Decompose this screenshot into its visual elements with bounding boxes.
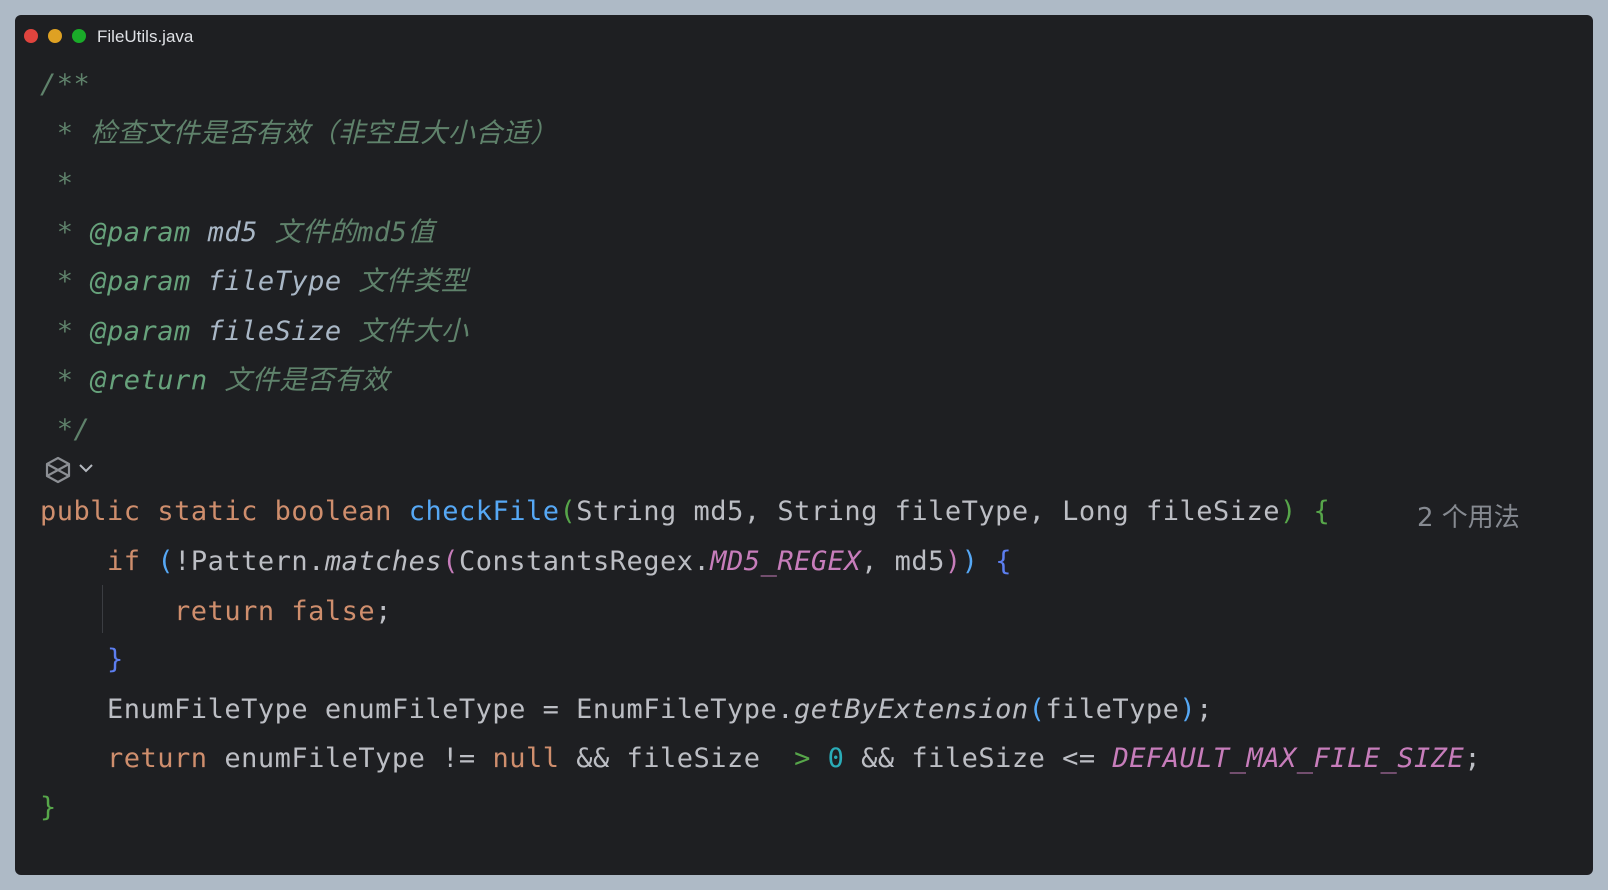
param-desc: 文件的md5值 — [274, 217, 435, 248]
doc-star: * — [40, 365, 91, 396]
doc-line-return: * @return 文件是否有效 — [40, 366, 389, 396]
paren: ( — [559, 496, 577, 527]
usage-hint[interactable]: 2 个用法 — [1417, 497, 1520, 534]
paren: ) — [1280, 496, 1297, 527]
paren: ( — [157, 546, 175, 577]
argument: , md5 — [861, 546, 945, 577]
code-area[interactable]: /** * 检查文件是否有效（非空且大小合适） * * @param md5 文… — [15, 15, 1593, 875]
return-expr-line: return enumFileType != null && fileSize … — [40, 744, 1481, 774]
doc-summary: 检查文件是否有效（非空且大小合适） — [90, 118, 558, 149]
expression: && fileSize <= — [844, 743, 1113, 774]
doc-line-open: /** — [40, 70, 90, 100]
paren: ) — [961, 546, 979, 577]
class-ref: ConstantsRegex. — [458, 546, 711, 577]
method-params: String md5, String fileType, Long fileSi… — [576, 496, 1280, 527]
semicolon: ; — [1464, 743, 1482, 774]
return-false-line: return false; — [40, 597, 392, 627]
method-name[interactable]: checkFile — [409, 496, 560, 527]
doc-line-blank: * — [40, 169, 74, 199]
param-name: fileSize — [207, 316, 342, 347]
semicolon: ; — [1196, 694, 1213, 725]
doc-line-summary: * 检查文件是否有效（非空且大小合适） — [40, 119, 558, 149]
keyword: boolean — [274, 496, 392, 527]
brace: } — [40, 792, 57, 823]
paren: ( — [442, 546, 459, 577]
doc-close: */ — [40, 414, 91, 445]
keyword: return — [107, 743, 208, 774]
doc-line-param-filesize: * @param fileSize 文件大小 — [40, 317, 468, 347]
paren: ) — [944, 546, 962, 577]
paren: ( — [1028, 694, 1046, 725]
doc-open: /** — [40, 69, 91, 100]
paren: ) — [1179, 694, 1197, 725]
brace: { — [995, 546, 1012, 577]
operator: > — [794, 743, 811, 774]
param-name: fileType — [207, 266, 342, 297]
pattern-ref: !Pattern. — [174, 546, 325, 577]
if-line: if (!Pattern.matches(ConstantsRegex.MD5_… — [40, 547, 1012, 577]
semicolon: ; — [375, 596, 392, 627]
doc-star: * — [40, 316, 91, 347]
return-desc: 文件是否有效 — [224, 365, 390, 396]
keyword: public — [40, 496, 141, 527]
keyword: return — [174, 596, 275, 627]
enum-decl-line: EnumFileType enumFileType = EnumFileType… — [40, 695, 1213, 725]
ai-assistant-icon[interactable] — [42, 455, 74, 485]
declaration: EnumFileType enumFileType = EnumFileType… — [107, 694, 795, 725]
constant: MD5_REGEX — [710, 546, 862, 577]
keyword: null — [492, 743, 560, 774]
number: 0 — [827, 743, 845, 774]
param-tag: @param — [90, 217, 191, 248]
expression: && fileSize — [559, 743, 778, 774]
constant: DEFAULT_MAX_FILE_SIZE — [1112, 743, 1465, 774]
param-desc: 文件大小 — [358, 316, 469, 347]
expression: enumFileType != — [224, 743, 493, 774]
method-signature-line: public static boolean checkFile(String m… — [40, 497, 1330, 527]
static-method: matches — [324, 546, 443, 577]
brace: { — [1313, 496, 1331, 527]
keyword: false — [291, 596, 376, 627]
doc-star: * — [40, 217, 91, 248]
method-close-line: } — [40, 793, 57, 823]
doc-blank: * — [40, 168, 74, 199]
doc-star: * — [40, 118, 91, 149]
param-tag: @param — [90, 266, 191, 297]
if-close-line: } — [40, 645, 124, 675]
static-method: getByExtension — [794, 694, 1029, 725]
doc-line-param-filetype: * @param fileType 文件类型 — [40, 267, 468, 297]
return-tag: @return — [90, 365, 208, 396]
editor-window: FileUtils.java /** * 检查文件是否有效（非空且大小合适） *… — [15, 15, 1593, 875]
keyword: static — [157, 496, 258, 527]
doc-star: * — [40, 266, 91, 297]
brace: } — [107, 644, 124, 675]
param-name: md5 — [207, 217, 258, 248]
doc-line-param-md5: * @param md5 文件的md5值 — [40, 218, 435, 248]
chevron-down-icon[interactable] — [77, 461, 95, 475]
keyword: if — [107, 546, 141, 577]
argument: fileType — [1045, 694, 1180, 725]
param-desc: 文件类型 — [358, 266, 469, 297]
param-tag: @param — [90, 316, 191, 347]
doc-line-close: */ — [40, 415, 90, 445]
